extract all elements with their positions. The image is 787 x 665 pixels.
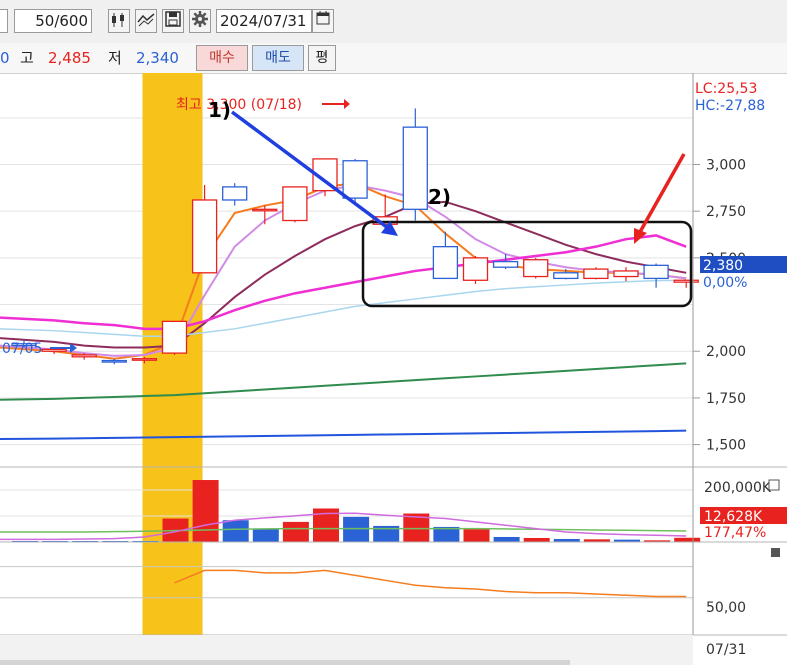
stock-chart: LC:25,53 HC:-27,88 3,0002,7502,5002,0001… bbox=[0, 73, 787, 665]
high-value: 2,485 bbox=[48, 49, 91, 67]
lc-label: LC:25,53 bbox=[695, 81, 757, 97]
volume-bar bbox=[282, 521, 309, 542]
top-toolbar: 50/600 2024/07/31 bbox=[0, 0, 787, 44]
volume-bar bbox=[493, 536, 520, 542]
candle-body bbox=[673, 279, 699, 283]
candle-body bbox=[432, 246, 459, 280]
volume-max-label: 200,000K bbox=[704, 480, 772, 496]
hc-label: HC:-27,88 bbox=[695, 98, 765, 114]
candle-body bbox=[101, 359, 127, 363]
volume-pct-label: 177,47% bbox=[704, 525, 766, 541]
candle-body bbox=[161, 320, 188, 354]
candle bbox=[583, 267, 609, 280]
current-price-label: 2,380 bbox=[703, 258, 743, 274]
candle bbox=[613, 267, 639, 282]
volume-current-label: 12,628K bbox=[704, 509, 763, 525]
price-tick-label: 3,000 bbox=[706, 157, 746, 173]
candle bbox=[101, 358, 127, 365]
volume-grid bbox=[0, 489, 693, 517]
line-mode-icon[interactable] bbox=[135, 9, 157, 33]
low-label: 저 bbox=[108, 49, 122, 67]
high-label: 고 bbox=[20, 49, 34, 67]
scrollbar-track[interactable] bbox=[0, 660, 570, 665]
candle-body bbox=[41, 348, 67, 352]
ma_magenta-line bbox=[0, 234, 687, 331]
candle-body bbox=[402, 126, 428, 210]
price-tick-label: 1,750 bbox=[706, 391, 746, 407]
candle-body bbox=[131, 358, 158, 361]
candle bbox=[432, 231, 459, 280]
volume-bar bbox=[523, 537, 550, 542]
candle-body bbox=[282, 186, 308, 222]
candle-body bbox=[252, 208, 278, 212]
volume-scroll-icon[interactable] bbox=[768, 479, 780, 491]
volume-bar bbox=[463, 529, 490, 542]
save-icon[interactable] bbox=[162, 9, 184, 33]
average-button[interactable]: 평 bbox=[308, 45, 336, 71]
calendar-icon[interactable] bbox=[312, 9, 334, 33]
price-tick-label: 2,000 bbox=[706, 344, 746, 360]
candle-body bbox=[553, 272, 579, 280]
dropdown-stub[interactable] bbox=[0, 9, 8, 33]
candle bbox=[402, 108, 428, 221]
volume-bar bbox=[343, 516, 370, 542]
candle bbox=[161, 320, 188, 355]
candle-body bbox=[492, 260, 519, 268]
candle-body bbox=[613, 270, 639, 278]
ma_green-line bbox=[0, 362, 687, 401]
candle bbox=[282, 186, 308, 223]
date-input[interactable]: 2024/07/31 bbox=[216, 9, 312, 33]
date-axis-label: 07/31 bbox=[706, 642, 746, 658]
high-note-arrowhead bbox=[344, 99, 350, 109]
red-callout-arrow bbox=[638, 153, 686, 233]
candle bbox=[523, 257, 549, 279]
candle bbox=[222, 183, 248, 206]
callout-label-1: 1) bbox=[208, 98, 231, 122]
count-value: 50 bbox=[35, 12, 55, 30]
price-tick-label: 1,500 bbox=[706, 438, 746, 454]
annotations: 최고 3,300 (07/18) 07/05 1) 2) bbox=[2, 97, 693, 357]
buy-button[interactable]: 매수 bbox=[196, 45, 248, 71]
high-note: 최고 3,300 (07/18) bbox=[176, 97, 302, 113]
candle-body bbox=[523, 259, 549, 278]
callout-label-2: 2) bbox=[428, 185, 451, 209]
candle bbox=[462, 255, 489, 285]
candle bbox=[312, 158, 338, 197]
current-pct-label: 0,00% bbox=[703, 275, 747, 291]
volume-bar bbox=[252, 529, 279, 542]
candle-body bbox=[462, 257, 489, 281]
candle-body bbox=[342, 160, 368, 199]
ma_lightblue-line bbox=[0, 279, 687, 338]
candle bbox=[673, 279, 699, 288]
candle-mode-icon[interactable] bbox=[108, 9, 130, 33]
volume-bar bbox=[222, 520, 249, 542]
candle-body bbox=[583, 268, 609, 280]
sell-button[interactable]: 매도 bbox=[252, 45, 304, 71]
volume-bar bbox=[674, 537, 701, 542]
volume-bar bbox=[192, 480, 219, 542]
quote-fragment: 0 bbox=[0, 49, 10, 67]
close-icon[interactable] bbox=[771, 548, 780, 557]
indicator-line bbox=[174, 569, 687, 598]
candle-body bbox=[222, 186, 248, 201]
candle bbox=[643, 263, 669, 288]
settings-gear-icon[interactable] bbox=[189, 9, 211, 33]
volume-bars bbox=[12, 480, 701, 542]
indicator-tick-label: 50,00 bbox=[706, 600, 746, 616]
count-total: /600 bbox=[54, 12, 88, 30]
price-tick-label: 2,750 bbox=[706, 204, 746, 220]
candle-body bbox=[191, 199, 218, 274]
indicator-panel bbox=[0, 566, 693, 599]
candle-body bbox=[71, 354, 97, 358]
ma_blue-line bbox=[0, 429, 687, 440]
candle-body bbox=[643, 264, 669, 280]
count-input[interactable]: 50/600 bbox=[14, 9, 92, 33]
price-tick-labels: 3,0002,7502,5002,0001,7501,500 bbox=[693, 157, 746, 454]
low-value: 2,340 bbox=[136, 49, 179, 67]
low-note: 07/05 bbox=[2, 341, 42, 357]
